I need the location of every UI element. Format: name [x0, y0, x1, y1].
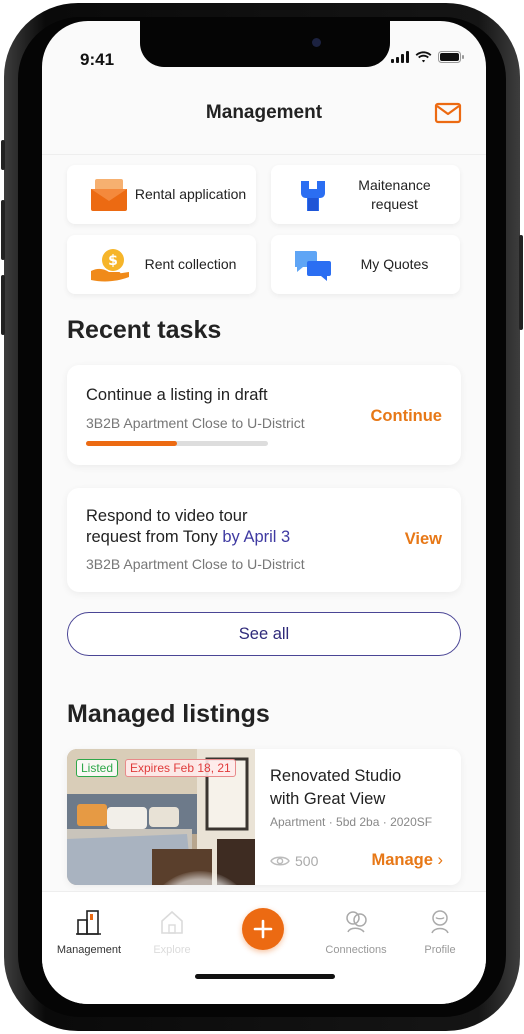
- header-divider: [42, 154, 486, 155]
- plus-icon: [253, 919, 273, 939]
- views-value: 500: [295, 853, 319, 869]
- chevron-right-icon: ›: [437, 851, 444, 869]
- rental-application-card[interactable]: Rental application: [67, 165, 256, 224]
- task-subtitle: 3B2B Apartment Close to U-District: [86, 415, 305, 431]
- people-icon: [346, 911, 367, 933]
- envelope-icon: [91, 179, 127, 211]
- draft-progress-bar: [86, 441, 268, 446]
- tab-explore[interactable]: Explore: [132, 908, 212, 956]
- tab-label: Profile: [424, 944, 456, 956]
- power-button: [519, 235, 523, 330]
- volume-up-button: [1, 200, 5, 260]
- draft-progress-fill: [86, 441, 177, 446]
- task-title: Respond to video tour request from Tony …: [86, 506, 290, 548]
- app-screen: 9:41 Management Rental application Maite…: [42, 21, 486, 1004]
- quick-action-label: Rent collection: [144, 256, 237, 272]
- task-title: Continue a listing in draft: [86, 386, 268, 404]
- tab-label: Explore: [153, 944, 191, 956]
- manage-button[interactable]: Manage ›: [371, 851, 443, 870]
- recent-tasks-title: Recent tasks: [67, 316, 222, 344]
- listing-photo: Listed Expires Feb 18, 21: [67, 749, 255, 885]
- camera-icon: [312, 38, 321, 47]
- tab-connections[interactable]: Connections: [316, 908, 396, 956]
- signal-icon: [391, 51, 409, 63]
- listing-title-line1: Renovated Studio: [270, 767, 402, 785]
- rent-collection-card[interactable]: $ Rent collection: [67, 235, 256, 294]
- mail-button[interactable]: [434, 99, 462, 127]
- listing-meta: Apartment · 5bd 2ba · 2020SF: [270, 815, 433, 829]
- add-button[interactable]: [242, 908, 284, 950]
- expires-badge: Expires Feb 18, 21: [125, 759, 236, 777]
- home-indicator: [195, 974, 335, 979]
- tab-label: Connections: [325, 944, 387, 956]
- chat-bubbles-icon: [295, 251, 331, 281]
- house-icon: [161, 910, 183, 934]
- manage-label: Manage: [371, 851, 433, 869]
- notch: [140, 21, 390, 67]
- views-count: 500: [270, 853, 318, 869]
- tab-profile[interactable]: Profile: [400, 908, 480, 956]
- continue-button[interactable]: Continue: [371, 407, 443, 426]
- managed-listings-title: Managed listings: [67, 700, 270, 728]
- bottom-tab-bar: Management Explore Connections Profile: [42, 891, 486, 1004]
- svg-text:$: $: [108, 253, 118, 269]
- building-icon: [76, 910, 101, 935]
- listed-badge: Listed: [76, 759, 119, 777]
- quick-action-label: Maitenance request: [358, 176, 431, 212]
- wifi-icon: [415, 51, 432, 63]
- status-time: 9:41: [80, 50, 115, 69]
- battery-icon: [438, 51, 464, 63]
- task-deadline: by April 3: [222, 528, 291, 546]
- see-all-button[interactable]: See all: [67, 612, 461, 656]
- eye-icon: [270, 856, 290, 866]
- task-card-video-tour[interactable]: Respond to video tour request from Tony …: [67, 488, 461, 592]
- mail-icon: [434, 102, 462, 124]
- status-icons: [391, 51, 464, 63]
- maintenance-request-card[interactable]: Maitenance request: [271, 165, 460, 224]
- page-title: Management: [205, 102, 323, 123]
- top-header: Management: [42, 81, 486, 151]
- quick-action-label: Rental application: [134, 186, 247, 202]
- my-quotes-card[interactable]: My Quotes: [271, 235, 460, 294]
- task-title-line1: Respond to video tour: [86, 507, 248, 525]
- view-button[interactable]: View: [405, 530, 442, 549]
- volume-down-button: [1, 275, 5, 335]
- task-subtitle: 3B2B Apartment Close to U-District: [86, 556, 305, 572]
- task-title-line2: request from Tony: [86, 528, 218, 546]
- task-card-draft[interactable]: Continue a listing in draft 3B2B Apartme…: [67, 365, 461, 465]
- listing-card[interactable]: Listed Expires Feb 18, 21 Renovated Stud…: [67, 749, 461, 885]
- mute-switch: [1, 140, 5, 170]
- wrench-icon: [301, 181, 325, 211]
- person-icon: [431, 910, 449, 934]
- tab-label: Management: [56, 944, 122, 956]
- listing-title: Renovated Studio with Great View: [270, 765, 401, 811]
- tab-management[interactable]: Management: [49, 908, 129, 956]
- quick-action-label: My Quotes: [360, 256, 429, 272]
- listing-title-line2: with Great View: [270, 790, 386, 808]
- coin-hand-icon: $: [91, 249, 129, 282]
